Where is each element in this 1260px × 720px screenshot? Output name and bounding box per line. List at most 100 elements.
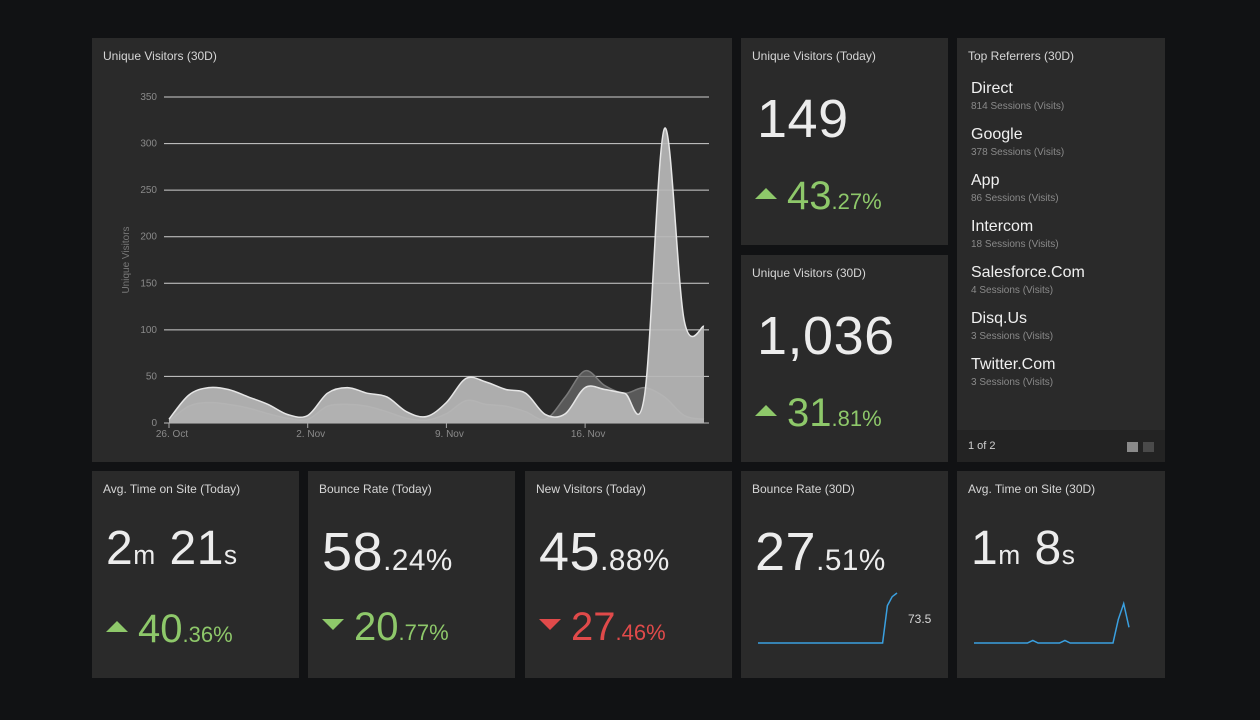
y-tick-label: 350: [140, 92, 157, 103]
delta-dec: .36%: [182, 622, 233, 647]
delta-dec: .27%: [831, 189, 882, 214]
panel-title: Avg. Time on Site (Today): [103, 482, 241, 496]
x-tick-label: 26. Oct: [156, 429, 188, 440]
today-visitors-delta: 43.27%: [755, 174, 882, 219]
bounce-rate-today-panel: Bounce Rate (Today) 58.24% 20.77%: [308, 471, 515, 678]
y-axis-label: Unique Visitors: [121, 226, 132, 293]
seconds-value: 8: [1034, 522, 1062, 575]
value-int: 27: [755, 522, 817, 582]
referrer-item[interactable]: App 86 Sessions (Visits): [971, 172, 1059, 204]
avg-time-30d-value: 1m 8s: [971, 521, 1075, 576]
referrer-sessions: 814 Sessions (Visits): [971, 101, 1065, 112]
referrer-item[interactable]: Twitter.Com 3 Sessions (Visits): [971, 356, 1055, 388]
avg-time-today-value: 2m 21s: [106, 521, 238, 576]
unique-visitors-today-panel: Unique Visitors (Today) 149 43.27%: [741, 38, 948, 245]
delta-int: 43: [787, 174, 832, 218]
x-tick-label: 16. Nov: [571, 429, 605, 440]
delta-int: 31: [787, 391, 832, 435]
bounce-today-value: 58.24%: [322, 521, 453, 583]
new-visitors-today-panel: New Visitors (Today) 45.88% 27.46%: [525, 471, 732, 678]
referrer-name: Google: [971, 126, 1023, 143]
avg-time-sparkline[interactable]: [957, 583, 1165, 653]
referrer-item[interactable]: Intercom 18 Sessions (Visits): [971, 218, 1059, 250]
referrer-item[interactable]: Disq.Us 3 Sessions (Visits): [971, 310, 1053, 342]
arrow-up-icon: [755, 404, 777, 416]
unique-visitors-area-chart[interactable]: 0 50 100 150 200 250 300 350 Unique Visitors 26. …: [92, 38, 732, 462]
top-referrers-panel: Top Referrers (30D) Direct 814 Sessions (…: [957, 38, 1165, 462]
y-tick-label: 0: [151, 418, 157, 429]
today-visitors-value: 149: [757, 89, 849, 149]
delta-int: 27: [571, 605, 616, 649]
pagination-bar: 1 of 2: [957, 430, 1165, 462]
panel-title: Avg. Time on Site (30D): [968, 482, 1096, 496]
bounce-rate-30d-panel: Bounce Rate (30D) 27.51% 73.5: [741, 471, 948, 678]
seconds-unit: s: [1061, 540, 1076, 570]
value-dec: .51%: [816, 544, 886, 577]
referrer-name: App: [971, 172, 1000, 189]
unique-visitors-30d-chart-panel: Unique Visitors (30D) 0 50 100 150 200 250 300…: [92, 38, 732, 462]
minutes-unit: m: [133, 540, 156, 570]
sparkline-path: [974, 600, 1130, 644]
unique-visitors-30d-panel: Unique Visitors (30D) 1,036 31.81%: [741, 255, 948, 462]
seconds-value: 21: [169, 522, 224, 575]
y-tick-label: 100: [140, 325, 157, 336]
page-1-dot[interactable]: [1127, 442, 1138, 452]
y-tick-label: 200: [140, 232, 157, 243]
arrow-down-icon: [539, 618, 561, 630]
month-visitors-value: 1,036: [757, 306, 895, 366]
delta-int: 20: [354, 605, 399, 649]
y-tick-label: 150: [140, 278, 157, 289]
arrow-down-icon: [322, 618, 344, 630]
value-dec: .88%: [600, 544, 670, 577]
page-indicator: 1 of 2: [968, 440, 996, 452]
bounce-today-delta: 20.77%: [322, 605, 449, 650]
delta-dec: .81%: [831, 406, 882, 431]
minutes-value: 1: [971, 522, 999, 575]
referrer-sessions: 3 Sessions (Visits): [971, 331, 1054, 342]
avg-time-30d-panel: Avg. Time on Site (30D) 1m 8s: [957, 471, 1165, 678]
referrer-name: Disq.Us: [971, 310, 1028, 327]
referrer-sessions: 18 Sessions (Visits): [971, 239, 1059, 250]
referrer-sessions: 86 Sessions (Visits): [971, 193, 1059, 204]
bounce-30d-value: 27.51%: [755, 521, 886, 583]
delta-int: 40: [138, 607, 183, 651]
sparkline-last-value: 73.5: [908, 612, 932, 626]
new-visitors-delta: 27.46%: [539, 605, 666, 650]
referrer-name: Direct: [971, 80, 1013, 97]
value-int: 58: [322, 522, 384, 582]
series-1-area[interactable]: [169, 128, 704, 423]
panel-title: Unique Visitors (30D): [752, 266, 866, 280]
delta-dec: .46%: [615, 620, 666, 645]
y-tick-label: 250: [140, 185, 157, 196]
arrow-up-icon: [106, 620, 128, 632]
page-2-dot[interactable]: [1143, 442, 1154, 452]
new-visitors-value: 45.88%: [539, 521, 670, 583]
minutes-unit: m: [998, 540, 1021, 570]
panel-title: Bounce Rate (30D): [752, 482, 855, 496]
y-tick-label: 50: [146, 371, 158, 382]
referrer-sessions: 378 Sessions (Visits): [971, 147, 1065, 158]
sparkline-path: [758, 592, 898, 644]
y-tick-label: 300: [140, 139, 157, 150]
avg-time-today-delta: 40.36%: [106, 607, 233, 652]
seconds-unit: s: [223, 540, 238, 570]
month-visitors-delta: 31.81%: [755, 391, 882, 436]
series-1-line: [168, 127, 705, 420]
value-dec: .24%: [383, 544, 453, 577]
x-tick-label: 2. Nov: [296, 429, 325, 440]
referrer-sessions: 4 Sessions (Visits): [971, 285, 1054, 296]
panel-title: New Visitors (Today): [536, 482, 646, 496]
referrer-name: Salesforce.Com: [971, 264, 1085, 281]
panel-title: Unique Visitors (Today): [752, 49, 876, 63]
referrer-item[interactable]: Salesforce.Com 4 Sessions (Visits): [971, 264, 1085, 296]
referrer-item[interactable]: Google 378 Sessions (Visits): [971, 126, 1064, 158]
arrow-up-icon: [755, 187, 777, 199]
referrer-name: Intercom: [971, 218, 1034, 235]
delta-dec: .77%: [398, 620, 449, 645]
referrer-sessions: 3 Sessions (Visits): [971, 377, 1054, 388]
value-int: 45: [539, 522, 601, 582]
panel-title: Bounce Rate (Today): [319, 482, 432, 496]
x-tick-label: 9. Nov: [435, 429, 464, 440]
referrer-item[interactable]: Direct 814 Sessions (Visits): [971, 80, 1064, 112]
minutes-value: 2: [106, 522, 134, 575]
